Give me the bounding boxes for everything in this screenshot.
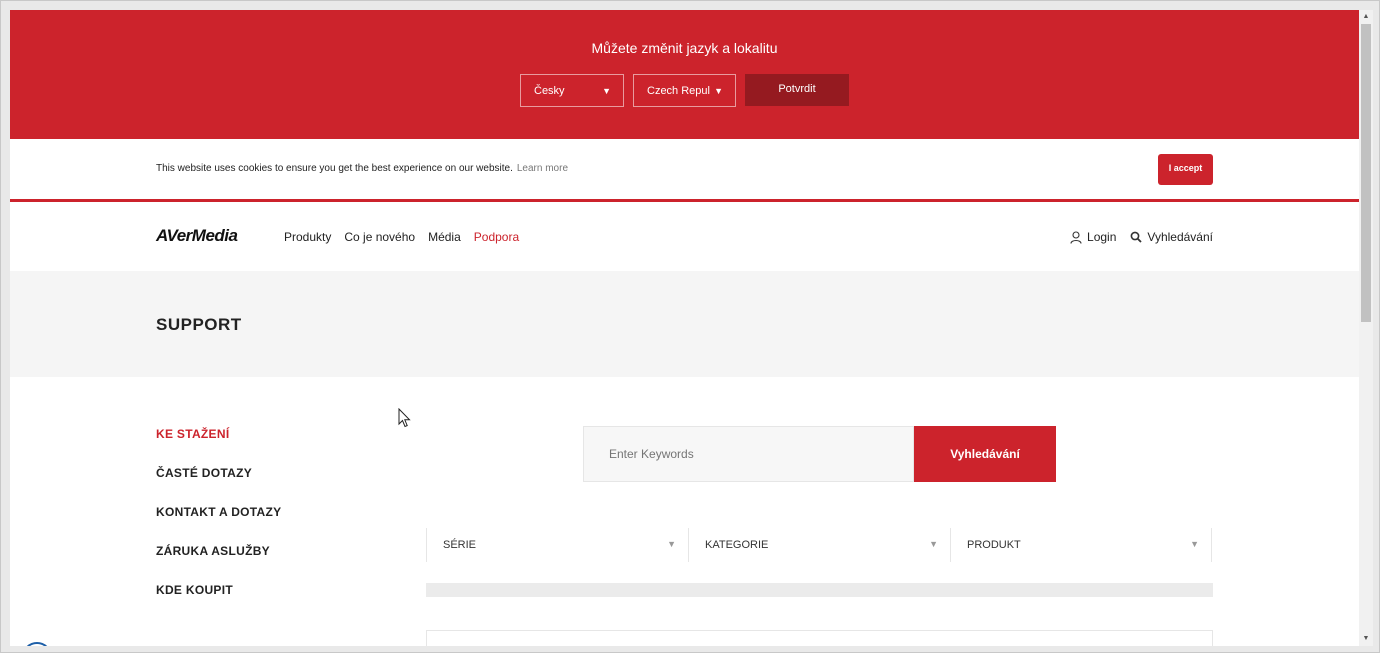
caret-down-icon: ▼ [667,539,676,549]
country-select-value: Czech Repul [647,85,710,97]
login-label: Login [1087,230,1117,244]
browser-window: Můžete změnit jazyk a lokalitu Česky ▼ C… [0,0,1380,653]
series-label: SÉRIE [443,539,477,551]
cookie-text: This website uses cookies to ensure you … [156,163,513,174]
login-link[interactable]: Login [1070,230,1116,244]
product-label: PRODUKT [967,539,1021,551]
sidebar-item-warranty[interactable]: ZÁRUKA ASLUŽBY [156,544,281,583]
nav-item-media[interactable]: Média [428,230,461,244]
support-banner: SUPPORT [10,271,1359,377]
cookie-bar: This website uses cookies to ensure you … [10,139,1359,202]
search-input[interactable] [584,427,913,481]
avermedia-logo[interactable]: AVerMedia [156,226,238,246]
category-label: KATEGORIE [705,539,769,551]
caret-down-icon: ▼ [929,539,938,549]
language-select-value: Česky [534,85,565,97]
scroll-down-icon[interactable]: ▼ [1359,632,1373,646]
search-icon [1130,231,1143,243]
series-dropdown[interactable]: SÉRIE ▼ [426,528,688,562]
user-icon [1070,230,1082,244]
search-button[interactable]: Vyhledávání [914,426,1056,482]
cookie-message: This website uses cookies to ensure you … [156,163,568,174]
mouse-cursor-icon [398,407,411,433]
confirm-locale-button[interactable]: Potvrdit [745,74,849,106]
product-filters: SÉRIE ▼ KATEGORIE ▼ PRODUKT ▼ [426,528,1213,562]
nav-menu: Produkty Co je nového Média Podpora [284,230,519,244]
sidebar-item-contact[interactable]: KONTAKT A DOTAZY [156,505,281,544]
sidebar-item-downloads[interactable]: KE STAŽENÍ [156,427,281,466]
search-label: Vyhledávání [1147,230,1213,244]
sidebar-item-where-to-buy[interactable]: KDE KOUPIT [156,583,281,622]
main-nav: AVerMedia Produkty Co je nového Média Po… [10,205,1359,271]
language-select[interactable]: Česky ▼ [520,74,624,107]
page-viewport: Můžete změnit jazyk a lokalitu Česky ▼ C… [10,10,1359,646]
caret-down-icon: ▼ [1190,539,1199,549]
loading-placeholder [426,583,1213,597]
locale-bar: Můžete změnit jazyk a lokalitu Česky ▼ C… [10,10,1359,139]
learn-more-link[interactable]: Learn more [517,163,568,174]
page-title: SUPPORT [156,315,242,334]
nav-item-support[interactable]: Podpora [474,230,519,244]
locale-title: Můžete změnit jazyk a lokalitu [591,40,778,56]
caret-down-icon: ▼ [714,86,723,96]
accept-cookies-button[interactable]: I accept [1158,154,1213,185]
support-sidebar: KE STAŽENÍ ČASTÉ DOTAZY KONTAKT A DOTAZY… [156,427,281,622]
nav-item-products[interactable]: Produkty [284,230,331,244]
caret-down-icon: ▼ [602,86,611,96]
nav-item-whats-new[interactable]: Co je nového [344,230,415,244]
chat-widget-icon[interactable] [22,642,52,646]
product-dropdown[interactable]: PRODUKT ▼ [950,528,1212,562]
country-select[interactable]: Czech Repul ▼ [633,74,736,107]
keyword-search-field [583,426,914,482]
results-panel [426,630,1213,646]
scroll-thumb[interactable] [1361,24,1371,322]
nav-actions: Login Vyhledávání [1070,230,1213,244]
scroll-up-icon[interactable]: ▲ [1359,10,1373,24]
sidebar-item-faq[interactable]: ČASTÉ DOTAZY [156,466,281,505]
search-link[interactable]: Vyhledávání [1130,230,1213,244]
category-dropdown[interactable]: KATEGORIE ▼ [688,528,950,562]
page-scrollbar[interactable]: ▲ ▼ [1359,10,1373,646]
